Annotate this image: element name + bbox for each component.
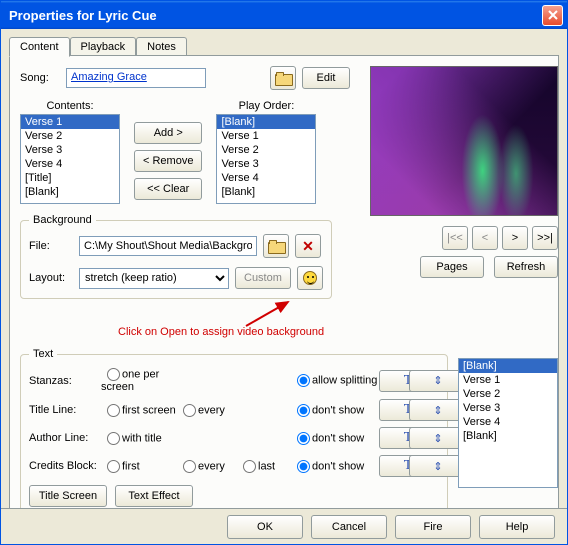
list-item[interactable]: [Blank]	[217, 115, 315, 129]
list-item[interactable]: Verse 1	[459, 373, 557, 387]
fire-button[interactable]: Fire	[395, 515, 471, 539]
preview-image	[371, 67, 557, 215]
list-item[interactable]: Verse 2	[21, 129, 119, 143]
title-screen-button[interactable]: Title Screen	[29, 485, 107, 507]
text-effect-button[interactable]: Text Effect	[115, 485, 193, 507]
author-label: Author Line:	[29, 432, 101, 444]
list-item[interactable]: [Blank]	[21, 185, 119, 199]
list-item[interactable]: [Blank]	[459, 429, 557, 443]
nav-first-button: |<<	[442, 226, 468, 250]
dialog-window: Properties for Lyric Cue Content Playbac…	[0, 0, 568, 545]
list-item[interactable]: [Title]	[21, 171, 119, 185]
tab-content[interactable]: Content	[9, 37, 70, 57]
folder-open-icon	[268, 240, 284, 252]
file-input[interactable]	[79, 236, 257, 256]
window-title: Properties for Lyric Cue	[5, 8, 542, 23]
nav-buttons: |<< < > >>|	[442, 226, 558, 250]
contents-listbox[interactable]: Verse 1 Verse 2 Verse 3 Verse 4 [Title] …	[20, 114, 120, 204]
tab-panel-content: Song: Amazing Grace Edit Contents: Verse…	[9, 55, 559, 513]
list-item[interactable]: Verse 1	[21, 115, 119, 129]
folder-open-icon	[275, 72, 291, 84]
remove-button[interactable]: < Remove	[134, 150, 202, 172]
song-browse-button[interactable]	[270, 66, 296, 90]
layout-select[interactable]: stretch (keep ratio)	[79, 268, 229, 289]
cancel-button[interactable]: Cancel	[311, 515, 387, 539]
help-button[interactable]: Help	[479, 515, 555, 539]
stanzas-split-radio[interactable]	[297, 374, 310, 387]
list-item[interactable]: Verse 1	[217, 129, 315, 143]
title-first-radio[interactable]	[107, 404, 120, 417]
credits-first-radio[interactable]	[107, 460, 120, 473]
song-label: Song:	[20, 72, 60, 84]
smiley-icon	[303, 271, 317, 285]
button-bar: OK Cancel Fire Help	[1, 508, 567, 544]
list-buttons: Add > < Remove << Clear	[134, 122, 202, 200]
add-button[interactable]: Add >	[134, 122, 202, 144]
background-legend: Background	[29, 214, 96, 226]
list-item[interactable]: Verse 3	[459, 401, 557, 415]
list-item[interactable]: Verse 3	[21, 143, 119, 157]
list-item[interactable]: Verse 2	[217, 143, 315, 157]
contents-section: Contents: Verse 1 Verse 2 Verse 3 Verse …	[20, 100, 120, 204]
background-fieldset: Background File: ✕ Layout: stretch (keep…	[20, 214, 332, 299]
layout-label: Layout:	[29, 272, 73, 284]
file-label: File:	[29, 240, 73, 252]
clear-button[interactable]: << Clear	[134, 178, 202, 200]
nav-prev-button: <	[472, 226, 498, 250]
tab-notes[interactable]: Notes	[136, 37, 187, 56]
annotation-text: Click on Open to assign video background	[118, 326, 324, 338]
title-every-radio[interactable]	[183, 404, 196, 417]
credits-label: Credits Block:	[29, 460, 101, 472]
titlebar: Properties for Lyric Cue	[1, 1, 567, 29]
list-item[interactable]: Verse 2	[459, 387, 557, 401]
list-item[interactable]: [Blank]	[217, 185, 315, 199]
playorder-listbox[interactable]: [Blank] Verse 1 Verse 2 Verse 3 Verse 4 …	[216, 114, 316, 204]
dialog-body: Content Playback Notes Song: Amazing Gra…	[1, 29, 567, 544]
title-label: Title Line:	[29, 404, 101, 416]
custom-button: Custom	[235, 267, 291, 289]
credits-dont-radio[interactable]	[297, 460, 310, 473]
close-button[interactable]	[542, 5, 563, 26]
credits-every-radio[interactable]	[183, 460, 196, 473]
nav-last-button[interactable]: >>|	[532, 226, 558, 250]
pages-listbox[interactable]: [Blank] Verse 1 Verse 2 Verse 3 Verse 4 …	[458, 358, 558, 488]
preview-pane	[370, 66, 558, 216]
nav-next-button[interactable]: >	[502, 226, 528, 250]
credits-last-radio[interactable]	[243, 460, 256, 473]
list-item[interactable]: Verse 4	[21, 157, 119, 171]
list-item[interactable]: [Blank]	[459, 359, 557, 373]
song-field[interactable]: Amazing Grace	[66, 68, 206, 88]
pages-button[interactable]: Pages	[420, 256, 484, 278]
text-legend: Text	[29, 348, 57, 360]
list-item[interactable]: Verse 4	[459, 415, 557, 429]
tab-playback[interactable]: Playback	[70, 37, 137, 56]
list-item[interactable]: Verse 3	[217, 157, 315, 171]
tab-strip: Content Playback Notes	[9, 37, 559, 56]
text-fieldset: Text Stanzas: one per screen allow split…	[20, 348, 448, 516]
contents-label: Contents:	[20, 100, 120, 112]
file-clear-button[interactable]: ✕	[295, 234, 321, 258]
playorder-label: Play Order:	[216, 100, 316, 112]
align-icon: ⇕	[433, 404, 442, 417]
stanzas-one-radio[interactable]	[107, 368, 120, 381]
ok-button[interactable]: OK	[227, 515, 303, 539]
file-browse-button[interactable]	[263, 234, 289, 258]
align-icon: ⇕	[433, 460, 442, 473]
x-icon: ✕	[302, 238, 314, 255]
playorder-section: Play Order: [Blank] Verse 1 Verse 2 Vers…	[216, 100, 316, 204]
background-color-button[interactable]	[297, 266, 323, 290]
author-with-radio[interactable]	[107, 432, 120, 445]
refresh-button[interactable]: Refresh	[494, 256, 558, 278]
author-dont-radio[interactable]	[297, 432, 310, 445]
align-icon: ⇕	[433, 432, 442, 445]
stanzas-label: Stanzas:	[29, 375, 101, 387]
song-edit-button[interactable]: Edit	[302, 67, 350, 89]
title-dont-radio[interactable]	[297, 404, 310, 417]
list-item[interactable]: Verse 4	[217, 171, 315, 185]
align-icon: ⇕	[433, 374, 442, 387]
